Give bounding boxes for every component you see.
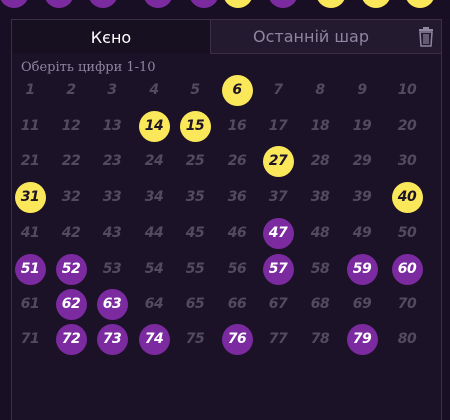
number-ball[interactable]: 48 — [305, 218, 336, 249]
number-ball[interactable]: 43 — [97, 218, 128, 249]
number-ball[interactable]: 70 — [392, 289, 423, 320]
previous-draw-strip — [0, 0, 450, 10]
number-ball[interactable]: 53 — [97, 254, 128, 285]
number-ball[interactable]: 35 — [180, 182, 211, 213]
number-ball[interactable]: 40 — [391, 181, 423, 213]
number-ball[interactable]: 24 — [139, 146, 170, 177]
number-ball[interactable]: 77 — [263, 324, 294, 355]
number-ball[interactable]: 46 — [222, 218, 253, 249]
number-ball[interactable]: 29 — [347, 146, 378, 177]
previous-ball — [44, 0, 74, 8]
number-ball[interactable]: 75 — [180, 324, 211, 355]
number-ball[interactable]: 72 — [55, 323, 87, 355]
number-ball[interactable]: 10 — [392, 75, 423, 106]
number-ball[interactable]: 80 — [392, 324, 423, 355]
number-ball[interactable]: 59 — [346, 253, 378, 285]
previous-ball — [268, 0, 298, 8]
keno-panel: Кєно Останній шар Оберіть цифри 1-10 123… — [11, 19, 442, 420]
number-ball[interactable]: 33 — [97, 182, 128, 213]
number-ball[interactable]: 14 — [138, 110, 170, 142]
number-ball[interactable]: 16 — [222, 111, 253, 142]
number-ball[interactable]: 63 — [96, 288, 128, 320]
number-ball[interactable]: 7 — [263, 75, 294, 106]
previous-ball — [223, 0, 253, 8]
number-ball[interactable]: 56 — [222, 254, 253, 285]
number-ball[interactable]: 34 — [139, 182, 170, 213]
number-ball[interactable]: 58 — [305, 254, 336, 285]
number-ball[interactable]: 11 — [15, 111, 46, 142]
number-ball[interactable]: 78 — [305, 324, 336, 355]
number-ball[interactable]: 18 — [305, 111, 336, 142]
number-ball[interactable]: 25 — [180, 146, 211, 177]
number-ball[interactable]: 4 — [139, 75, 170, 106]
number-ball[interactable]: 20 — [392, 111, 423, 142]
tab-last-ball[interactable]: Останній шар — [210, 20, 412, 54]
number-ball[interactable]: 44 — [139, 218, 170, 249]
number-ball[interactable]: 67 — [263, 289, 294, 320]
number-ball[interactable]: 50 — [392, 218, 423, 249]
number-ball[interactable]: 5 — [180, 75, 211, 106]
previous-ball — [405, 0, 435, 8]
previous-ball — [189, 0, 219, 8]
number-ball[interactable]: 66 — [222, 289, 253, 320]
number-ball[interactable]: 22 — [56, 146, 87, 177]
number-ball[interactable]: 19 — [347, 111, 378, 142]
number-ball[interactable]: 45 — [180, 218, 211, 249]
number-ball[interactable]: 12 — [56, 111, 87, 142]
number-ball[interactable]: 61 — [15, 289, 46, 320]
previous-ball — [361, 0, 391, 8]
number-ball[interactable]: 51 — [14, 253, 46, 285]
number-ball[interactable]: 55 — [180, 254, 211, 285]
clear-button[interactable] — [410, 20, 441, 54]
previous-ball — [88, 0, 118, 8]
number-ball[interactable]: 41 — [15, 218, 46, 249]
number-ball[interactable]: 17 — [263, 111, 294, 142]
hint-text: Оберіть цифри 1-10 — [21, 60, 156, 75]
previous-ball — [143, 0, 173, 8]
number-ball[interactable]: 54 — [139, 254, 170, 285]
number-ball[interactable]: 65 — [180, 289, 211, 320]
number-ball[interactable]: 26 — [222, 146, 253, 177]
number-ball[interactable]: 2 — [56, 75, 87, 106]
number-ball[interactable]: 21 — [15, 146, 46, 177]
number-ball[interactable]: 79 — [346, 323, 378, 355]
number-ball[interactable]: 36 — [222, 182, 253, 213]
number-ball[interactable]: 42 — [56, 218, 87, 249]
number-ball[interactable]: 57 — [262, 253, 294, 285]
number-ball[interactable]: 31 — [14, 181, 46, 213]
number-ball[interactable]: 30 — [392, 146, 423, 177]
number-ball[interactable]: 49 — [347, 218, 378, 249]
number-ball[interactable]: 52 — [55, 253, 87, 285]
number-ball[interactable]: 47 — [262, 217, 294, 249]
number-ball[interactable]: 71 — [15, 324, 46, 355]
number-ball[interactable]: 27 — [262, 145, 294, 177]
number-ball[interactable]: 23 — [97, 146, 128, 177]
number-ball[interactable]: 28 — [305, 146, 336, 177]
number-ball[interactable]: 38 — [305, 182, 336, 213]
number-ball[interactable]: 8 — [305, 75, 336, 106]
number-ball[interactable]: 37 — [263, 182, 294, 213]
number-ball[interactable]: 76 — [221, 323, 253, 355]
number-ball[interactable]: 62 — [55, 288, 87, 320]
number-ball[interactable]: 69 — [347, 289, 378, 320]
number-ball[interactable]: 68 — [305, 289, 336, 320]
previous-ball — [0, 0, 29, 8]
number-ball[interactable]: 6 — [221, 74, 253, 106]
number-ball[interactable]: 3 — [97, 75, 128, 106]
trash-icon — [418, 26, 433, 47]
number-ball[interactable]: 74 — [138, 323, 170, 355]
number-ball[interactable]: 60 — [391, 253, 423, 285]
number-ball[interactable]: 64 — [139, 289, 170, 320]
previous-ball — [316, 0, 346, 8]
tab-keno[interactable]: Кєно — [12, 20, 210, 54]
number-ball[interactable]: 1 — [15, 75, 46, 106]
number-ball[interactable]: 32 — [56, 182, 87, 213]
number-ball[interactable]: 73 — [96, 323, 128, 355]
number-ball[interactable]: 39 — [347, 182, 378, 213]
number-ball[interactable]: 9 — [347, 75, 378, 106]
number-ball[interactable]: 13 — [97, 111, 128, 142]
number-ball[interactable]: 15 — [179, 110, 211, 142]
tabs: Кєно Останній шар — [12, 20, 441, 54]
